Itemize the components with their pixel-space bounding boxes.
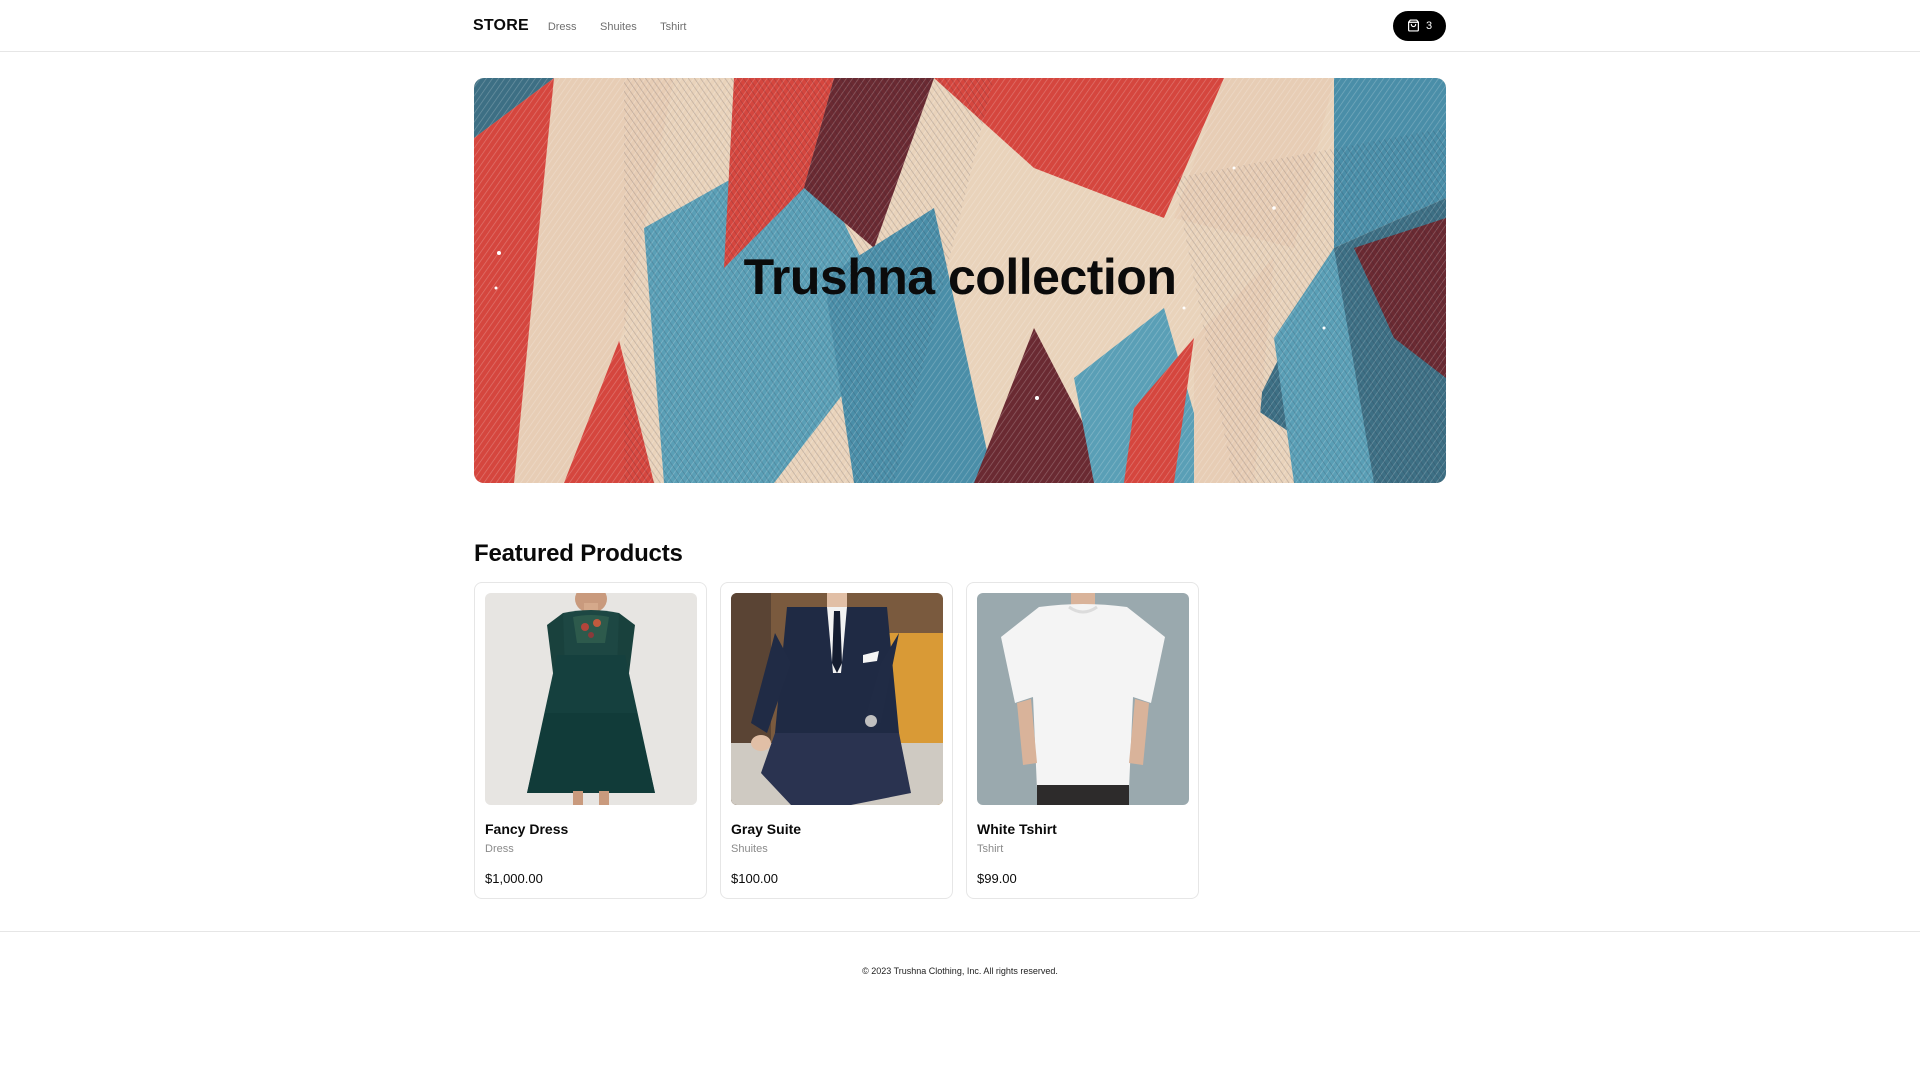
product-card[interactable]: Gray Suite Shuites $100.00 bbox=[720, 582, 953, 899]
product-grid: Fancy Dress Dress $1,000.00 Gray Suite S… bbox=[474, 582, 1199, 899]
product-image-dress[interactable] bbox=[485, 593, 697, 805]
hero-title: Trushna collection bbox=[743, 249, 1177, 305]
nav-link-shuites[interactable]: Shuites bbox=[600, 21, 637, 33]
product-image-tshirt[interactable] bbox=[977, 593, 1189, 805]
product-price: $99.00 bbox=[977, 871, 1017, 886]
main-nav: Dress Shuites Tshirt bbox=[548, 17, 706, 35]
product-price: $1,000.00 bbox=[485, 871, 543, 886]
product-category: Shuites bbox=[731, 843, 768, 855]
hero-banner: Trushna collection bbox=[474, 78, 1446, 483]
product-category: Dress bbox=[485, 843, 514, 855]
product-price: $100.00 bbox=[731, 871, 778, 886]
navbar-inner: STORE Dress Shuites Tshirt 3 bbox=[473, 0, 1446, 51]
product-category: Tshirt bbox=[977, 843, 1004, 855]
product-card[interactable]: White Tshirt Tshirt $99.00 bbox=[966, 582, 1199, 899]
featured-products-title: Featured Products bbox=[474, 540, 683, 567]
top-navbar: STORE Dress Shuites Tshirt 3 bbox=[0, 0, 1920, 52]
product-image-suit[interactable] bbox=[731, 593, 943, 805]
product-name: White Tshirt bbox=[977, 821, 1057, 837]
cart-count: 3 bbox=[1425, 19, 1433, 32]
product-name: Fancy Dress bbox=[485, 821, 569, 837]
nav-link-tshirt[interactable]: Tshirt bbox=[660, 21, 686, 33]
copyright-text: © 2023 Trushna Clothing, Inc. All rights… bbox=[862, 966, 1058, 976]
nav-link-dress[interactable]: Dress bbox=[548, 21, 577, 33]
product-card[interactable]: Fancy Dress Dress $1,000.00 bbox=[474, 582, 707, 899]
store-logo[interactable]: STORE bbox=[473, 17, 529, 35]
shopping-bag-icon bbox=[1407, 19, 1420, 32]
page-footer: © 2023 Trushna Clothing, Inc. All rights… bbox=[0, 931, 1920, 1080]
cart-button[interactable]: 3 bbox=[1393, 10, 1446, 41]
product-name: Gray Suite bbox=[731, 821, 802, 837]
